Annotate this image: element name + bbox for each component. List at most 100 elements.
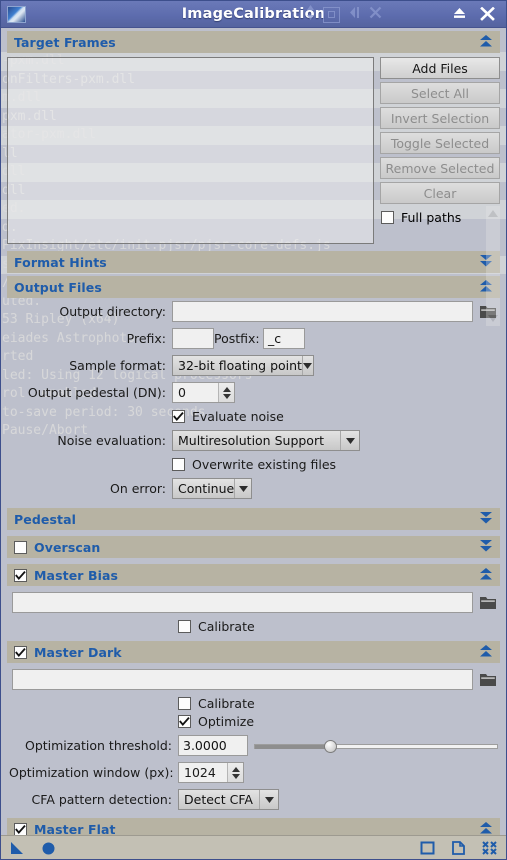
output-directory-input[interactable]: [172, 301, 473, 322]
rollup-button[interactable]: [452, 7, 467, 21]
chevron-down-icon: [259, 790, 278, 809]
section-header-output-files[interactable]: Output Files: [7, 276, 500, 298]
output-pedestal-stepper[interactable]: 0: [172, 382, 235, 403]
remove-selected-button[interactable]: Remove Selected: [380, 157, 500, 179]
on-error-row: On error: Continue: [1, 475, 506, 502]
cfa-pattern-detection-label: CFA pattern detection:: [31, 792, 172, 807]
section-title-target-frames: Target Frames: [14, 34, 116, 50]
optimization-threshold-slider[interactable]: [254, 736, 498, 755]
optimization-threshold-input[interactable]: 3.0000: [178, 735, 248, 756]
cfa-pattern-detection-row: CFA pattern detection: Detect CFA: [1, 786, 506, 813]
chevron-down-icon: [234, 479, 251, 498]
full-paths-label: Full paths: [401, 210, 462, 225]
section-header-overscan[interactable]: Overscan: [7, 536, 500, 558]
section-header-master-flat[interactable]: Master Flat: [7, 818, 500, 835]
chevron-down-icon: [340, 431, 359, 450]
slider-handle[interactable]: [323, 740, 337, 753]
apply-global-circle-icon[interactable]: [41, 841, 56, 855]
target-frames-body: Add Files Select All Invert Selection To…: [1, 53, 506, 244]
master-dark-path-input[interactable]: [12, 669, 473, 690]
noise-evaluation-select[interactable]: Multiresolution Support: [172, 430, 360, 451]
add-files-button[interactable]: Add Files: [380, 57, 500, 79]
stepper-arrows-icon[interactable]: [218, 383, 234, 402]
folder-icon[interactable]: [479, 593, 498, 612]
ghost-window-controls: [306, 5, 382, 24]
dialog-body: Target Frames Add Files Select All Inver…: [1, 28, 506, 835]
full-paths-checkbox[interactable]: [381, 211, 394, 224]
optimization-window-label: Optimization window (px):: [9, 765, 174, 780]
master-dark-optimize-row: Optimize: [1, 714, 506, 732]
invert-selection-button[interactable]: Invert Selection: [380, 107, 500, 129]
collapse-up-icon[interactable]: [477, 566, 495, 585]
prefix-input[interactable]: [172, 328, 214, 349]
section-header-pedestal[interactable]: Pedestal: [7, 508, 500, 530]
postfix-input[interactable]: _c: [263, 328, 305, 349]
slider-fill: [255, 745, 331, 749]
overwrite-existing-checkbox[interactable]: [172, 458, 185, 471]
expand-down-icon[interactable]: [477, 510, 495, 529]
select-all-button[interactable]: Select All: [380, 82, 500, 104]
overscan-enable-checkbox[interactable]: [14, 540, 27, 554]
collapse-up-icon[interactable]: [477, 643, 495, 662]
sample-format-row: Sample format: 32-bit floating point: [1, 352, 506, 379]
master-dark-path-row: [1, 663, 506, 693]
target-frames-buttons: Add Files Select All Invert Selection To…: [380, 57, 500, 244]
stepper-arrows-icon[interactable]: [227, 763, 243, 782]
toggle-selected-button[interactable]: Toggle Selected: [380, 132, 500, 154]
master-bias-calibrate-label: Calibrate: [198, 619, 255, 634]
image-calibration-window: ImageCalibration Target Frames Add Files…: [0, 0, 507, 860]
master-bias-path-input[interactable]: [12, 592, 473, 613]
full-paths-row: Full paths: [380, 210, 500, 225]
new-instance-square-icon[interactable]: [420, 841, 435, 855]
master-bias-enable-checkbox[interactable]: [14, 568, 27, 582]
section-title-master-flat: Master Flat: [34, 821, 116, 836]
sample-format-select[interactable]: 32-bit floating point: [172, 355, 314, 376]
section-title-master-dark: Master Dark: [34, 644, 122, 660]
noise-evaluation-row: Noise evaluation: Multiresolution Suppor…: [1, 427, 506, 454]
prefix-label: Prefix:: [126, 331, 166, 346]
clear-button[interactable]: Clear: [380, 182, 500, 204]
overwrite-existing-label: Overwrite existing files: [192, 457, 337, 472]
evaluate-noise-label: Evaluate noise: [192, 409, 284, 424]
master-dark-enable-checkbox[interactable]: [14, 645, 27, 659]
sample-format-label: Sample format:: [69, 358, 166, 373]
master-dark-calibrate-label: Calibrate: [198, 696, 255, 711]
cfa-pattern-detection-select[interactable]: Detect CFA: [178, 789, 279, 810]
chevron-down-icon: [301, 356, 313, 375]
optimization-threshold-label: Optimization threshold:: [24, 738, 172, 753]
output-directory-row: Output directory:: [1, 298, 506, 325]
reset-icon[interactable]: [482, 840, 497, 855]
ghost-restore-icon: [323, 6, 340, 23]
browse-documentation-icon[interactable]: [451, 840, 466, 855]
master-dark-calibrate-checkbox[interactable]: [178, 697, 191, 710]
collapse-up-icon[interactable]: [477, 33, 495, 52]
expand-down-icon[interactable]: [477, 538, 495, 557]
apply-triangle-icon[interactable]: [10, 841, 25, 855]
on-error-value: Continue: [178, 481, 235, 496]
output-pedestal-value: 0: [178, 385, 186, 400]
ghost-scrollbar: [486, 206, 500, 326]
master-dark-optimize-checkbox[interactable]: [178, 715, 191, 728]
optimization-threshold-row: Optimization threshold: 3.0000: [1, 732, 506, 759]
collapse-up-icon[interactable]: [477, 820, 495, 836]
close-button[interactable]: [480, 7, 495, 21]
evaluate-noise-checkbox[interactable]: [172, 410, 185, 423]
output-pedestal-row: Output pedestal (DN): 0: [1, 379, 506, 406]
master-bias-calibrate-checkbox[interactable]: [178, 620, 191, 633]
target-frames-list[interactable]: [7, 57, 374, 244]
folder-icon[interactable]: [479, 670, 498, 689]
section-title-format-hints: Format Hints: [14, 254, 107, 270]
section-header-target-frames[interactable]: Target Frames: [7, 31, 500, 53]
master-flat-enable-checkbox[interactable]: [14, 822, 27, 835]
section-title-master-bias: Master Bias: [34, 567, 119, 583]
section-header-master-dark[interactable]: Master Dark: [7, 641, 500, 663]
prefix-postfix-row: Prefix: Postfix: _c: [1, 325, 506, 352]
window-icon: [7, 5, 26, 23]
titlebar[interactable]: ImageCalibration: [1, 1, 506, 28]
on-error-select[interactable]: Continue: [172, 478, 252, 499]
section-header-format-hints[interactable]: Format Hints: [7, 251, 500, 273]
optimization-window-stepper[interactable]: 1024: [178, 762, 244, 783]
output-directory-label: Output directory:: [59, 304, 166, 319]
section-header-master-bias[interactable]: Master Bias: [7, 564, 500, 586]
postfix-label: Postfix:: [214, 331, 260, 346]
